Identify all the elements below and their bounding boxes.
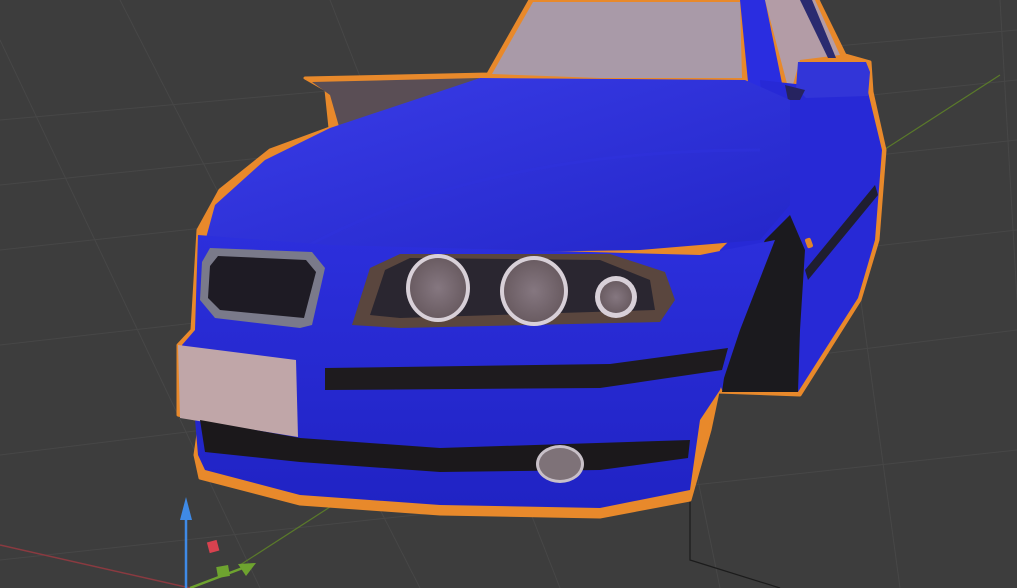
gizmo-y-handle-icon[interactable] [216,565,230,578]
kidney-grille [208,256,316,318]
gizmo-z-arrow-icon[interactable] [180,497,192,520]
fog-indicator-light [595,276,637,318]
windshield [492,2,742,78]
x-axis-line [0,544,191,588]
side-mirror [796,62,870,98]
headlight-left-outer [406,254,470,322]
transform-gizmo[interactable] [180,497,256,588]
gizmo-x-handle-icon[interactable] [206,539,220,554]
fog-light [536,445,584,483]
car-hood [200,78,790,260]
headlight-left-inner [500,256,568,326]
3d-viewport[interactable] [0,0,1017,588]
car-model[interactable] [176,0,887,519]
ground-outline [689,500,781,588]
viewport-canvas[interactable] [0,0,1017,588]
